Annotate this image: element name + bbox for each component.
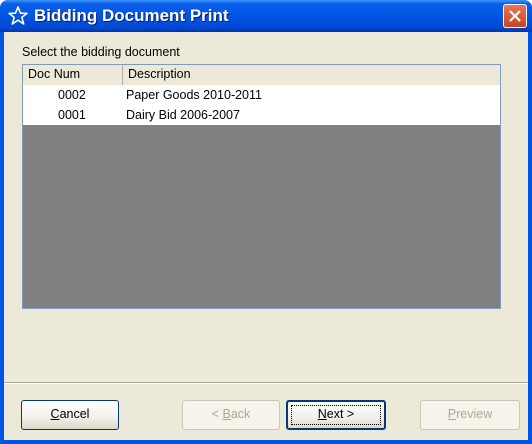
description-cell: Paper Goods 2010-2011	[126, 88, 262, 102]
title-bar[interactable]: Bidding Document Print	[0, 0, 532, 32]
preview-button[interactable]: Preview	[420, 400, 520, 430]
doc-num-cell: 0001	[58, 108, 86, 122]
close-icon	[509, 10, 521, 22]
bidding-document-list[interactable]: Doc Num Description 0002 Paper Goods 201…	[22, 64, 501, 309]
doc-num-cell: 0002	[58, 88, 86, 102]
description-cell: Dairy Bid 2006-2007	[126, 108, 240, 122]
column-header-description[interactable]: Description	[123, 65, 500, 85]
list-header: Doc Num Description	[23, 65, 500, 86]
dialog-window: Bidding Document Print Select the biddin…	[0, 0, 532, 444]
button-separator	[4, 382, 528, 384]
window-title: Bidding Document Print	[34, 6, 229, 25]
column-header-doc-num[interactable]: Doc Num	[23, 65, 123, 85]
list-body: 0002 Paper Goods 2010-2011 0001 Dairy Bi…	[23, 85, 500, 125]
cancel-button[interactable]: Cancel	[21, 400, 119, 430]
back-button[interactable]: < Back	[182, 400, 280, 430]
star-outline-icon	[8, 6, 28, 26]
select-document-label: Select the bidding document	[22, 45, 180, 59]
next-button[interactable]: Next >	[286, 400, 386, 430]
list-row[interactable]: 0001 Dairy Bid 2006-2007	[23, 105, 500, 125]
close-button[interactable]	[503, 4, 527, 28]
list-row[interactable]: 0002 Paper Goods 2010-2011	[23, 85, 500, 105]
